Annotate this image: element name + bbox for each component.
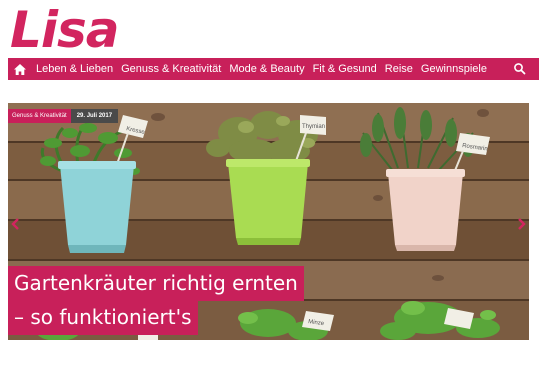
search-icon[interactable]: [513, 62, 527, 76]
date-badge: 29. Juli 2017: [70, 109, 119, 123]
headline-line-1[interactable]: Gartenkräuter richtig ernten: [8, 266, 304, 301]
nav-item-mode-beauty[interactable]: Mode & Beauty: [225, 58, 308, 80]
post-meta: Genuss & Kreativität 29. Juli 2017: [8, 109, 119, 123]
house-icon[interactable]: [8, 58, 32, 80]
chevron-right-icon[interactable]: [515, 217, 527, 231]
main-navigation: Leben & Lieben Genuss & Kreativität Mode…: [8, 58, 539, 80]
article-headline[interactable]: Gartenkräuter richtig ernten – so funkti…: [8, 266, 304, 335]
hero-slider[interactable]: Kresse Thymian Rosmarin Minze Genuss & K…: [8, 103, 529, 340]
headline-line-2[interactable]: – so funktioniert's: [8, 300, 198, 335]
nav-item-reise[interactable]: Reise: [381, 58, 417, 80]
nav-item-genuss-kreativitaet[interactable]: Genuss & Kreativität: [117, 58, 225, 80]
category-badge[interactable]: Genuss & Kreativität: [8, 109, 71, 123]
chevron-left-icon[interactable]: [10, 217, 22, 231]
nav-item-leben-lieben[interactable]: Leben & Lieben: [32, 58, 117, 80]
nav-item-gewinnspiele[interactable]: Gewinnspiele: [417, 58, 491, 80]
nav-item-fit-gesund[interactable]: Fit & Gesund: [309, 58, 381, 80]
site-logo[interactable]: Lisa: [10, 2, 119, 58]
